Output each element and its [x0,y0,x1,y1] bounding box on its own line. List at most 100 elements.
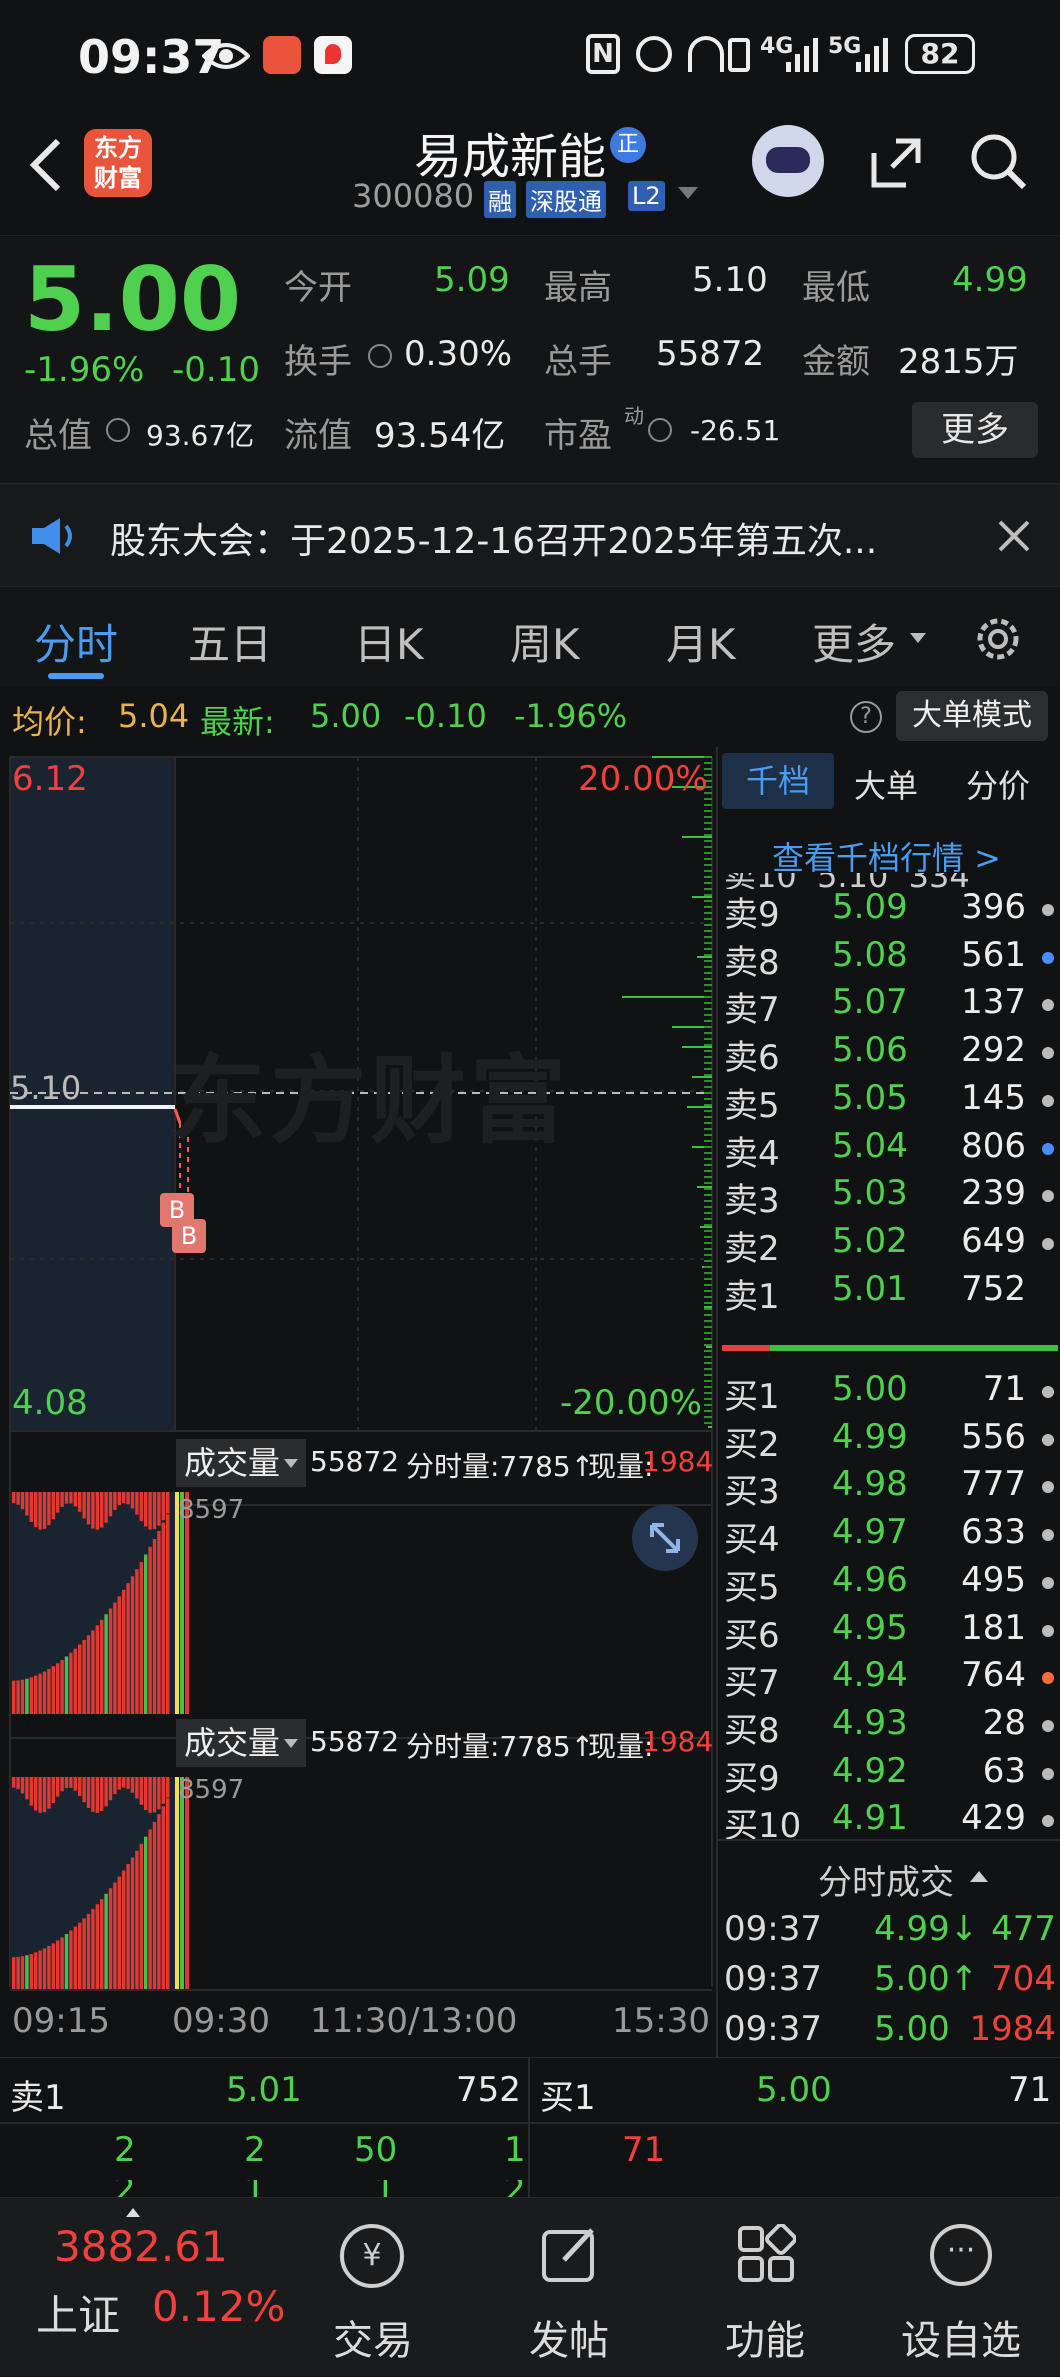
ask-level-row[interactable]: 卖9 5.09 396 [718,887,1060,935]
order-dot-icon [1042,1433,1054,1446]
volume-bar [95,1904,99,1989]
bid-level-row[interactable]: 买2 4.99 556 [718,1417,1060,1465]
buy-queue-1: 71 [622,2130,666,2170]
tab-price-dist[interactable]: 分价 [966,761,1030,807]
more-button[interactable]: 更多 [912,402,1038,458]
tab-five-day[interactable]: 五日 [188,611,272,672]
volume-bar [135,1492,139,1515]
bid-level-row[interactable]: 买6 4.95 181 [718,1608,1060,1656]
search-icon[interactable] [966,129,1030,197]
bid-level-price: 4.92 [832,1750,908,1791]
bid-level-label: 买2 [724,1424,780,1465]
sell1-label: 卖1 [10,2078,66,2118]
tab-intraday[interactable]: 分时 [34,611,118,672]
bid-level-label: 买4 [724,1520,780,1561]
ask-level-row[interactable]: 卖8 5.08 561 [718,935,1060,983]
tab-more[interactable]: 更多 [812,611,896,672]
app-notification-icon [263,36,301,74]
buy1-volume: 71 [1008,2070,1052,2110]
ask-level-price: 5.02 [832,1220,908,1261]
gear-icon[interactable] [970,611,1026,671]
stock-header: 东方 财富 易成新能 正 300080 融 深股通 L2 [0,115,1060,235]
trades-title[interactable]: 分时成交 [818,1855,954,1904]
bid-level-row[interactable]: 买4 4.97 633 [718,1512,1060,1560]
nav-post[interactable]: 发帖 [474,2198,664,2377]
info-icon-3[interactable] [648,418,672,442]
nav-add-watchlist[interactable]: ··· 设自选 [866,2198,1056,2377]
close-icon[interactable] [996,518,1032,558]
bid-level-price: 4.94 [832,1655,908,1696]
chevron-down-icon[interactable] [678,187,698,199]
ask-level-row[interactable]: 卖2 5.02 649 [718,1221,1060,1269]
ask-level-label: 卖1 [724,1276,780,1317]
nav-functions[interactable]: 功能 [670,2198,860,2377]
caret-down-icon[interactable] [910,633,926,643]
volume-bar [25,1492,29,1516]
trade-row: 09:37 5.00↑ 704 [718,1959,1060,2007]
pe-value: -26.51 [690,414,781,447]
ask-level-row[interactable]: 卖6 5.06 292 [718,1030,1060,1078]
avg-label: 均价: [12,703,87,741]
bid-level-row[interactable]: 买1 5.00 71 [718,1369,1060,1417]
bid-level-volume: 28 [982,1702,1026,1743]
ask-level-label: 卖3 [724,1181,780,1222]
volume-bar [82,1640,86,1714]
back-arrow-icon[interactable] [26,135,66,199]
chart-tabs: 分时 五日 日K 周K 月K 更多 [0,587,1060,687]
volume-bar [130,1777,135,1793]
float-cap-label: 流值 [284,416,352,456]
tab-daily-k[interactable]: 日K [354,611,424,672]
volume-bar [91,1777,95,1812]
volume-bar [73,1492,77,1507]
ask-level-row[interactable]: 卖3 5.03 239 [718,1173,1060,1221]
nav-add-watchlist-label: 设自选 [901,2318,1021,2364]
watermark: 东方财富 [170,1045,570,1157]
app-logo[interactable]: 东方 财富 [84,129,152,197]
expand-icon[interactable] [632,1505,698,1571]
bid-level-volume: 71 [982,1369,1026,1409]
bid-level-row[interactable]: 买7 4.94 764 [718,1655,1060,1703]
bid-level-row[interactable]: 买5 4.96 495 [718,1560,1060,1608]
volume-bar [12,1492,16,1504]
order-dot-icon [1042,1624,1054,1637]
volume-bar [113,1777,117,1795]
buy1-price: 5.00 [756,2070,832,2110]
ask-level-row[interactable]: 卖4 5.04 806 [718,1126,1060,1174]
tab-weekly-k[interactable]: 周K [510,611,580,672]
ask-level-row[interactable]: 卖7 5.07 137 [718,982,1060,1030]
info-icon[interactable] [368,344,392,368]
bid-level-row[interactable]: 买8 4.93 28 [718,1703,1060,1751]
robot-assistant-icon[interactable] [752,125,824,197]
index-ticker[interactable]: 3882.61 上证 0.12% [0,2198,300,2377]
intraday-chart[interactable]: 东方财富 6.12 20.00% 5.10 4.08 -20.00% B B 成… [0,747,716,2057]
bid-level-row[interactable]: 买3 4.98 777 [718,1464,1060,1512]
volume-bar [104,1614,108,1714]
buy-marker-2[interactable]: B [172,1219,206,1253]
big-order-mode-button[interactable]: 大单模式 [896,691,1048,741]
avg-value: 5.04 [118,697,190,735]
volume-bar [104,1777,108,1807]
ask-level-volume: 752 [961,1268,1026,1309]
trade-volume: 477 [991,1909,1056,1949]
queue-2: 2 [244,2130,266,2170]
help-icon[interactable]: ? [850,701,882,733]
market-cap-label: 总值 [24,416,92,456]
volume-period-2: 分时量:7785↑ [406,1730,595,1763]
caret-up-icon[interactable] [970,1871,988,1882]
bid-level-row[interactable]: 买9 4.92 63 [718,1751,1060,1799]
volume-bar [95,1625,99,1714]
volume-bar [166,1798,170,1989]
tab-depth[interactable]: 千档 [722,753,834,809]
tab-monthly-k[interactable]: 月K [666,611,736,672]
volume-bar [64,1656,69,1714]
nav-trade[interactable]: ¥ 交易 [278,2198,468,2377]
tab-big-orders[interactable]: 大单 [854,761,918,807]
ask-level-price: 5.08 [832,934,908,975]
ask-level-row[interactable]: 卖1 5.01 752 [718,1269,1060,1317]
info-icon-2[interactable] [106,418,130,442]
announcement-bar[interactable]: 股东大会：于2025-12-16召开2025年第五次... [0,483,1060,587]
volume-bar [20,1777,25,1794]
ask-level-row[interactable]: 卖5 5.05 145 [718,1078,1060,1126]
share-icon[interactable] [866,133,926,197]
buy1-label: 买1 [540,2078,596,2118]
